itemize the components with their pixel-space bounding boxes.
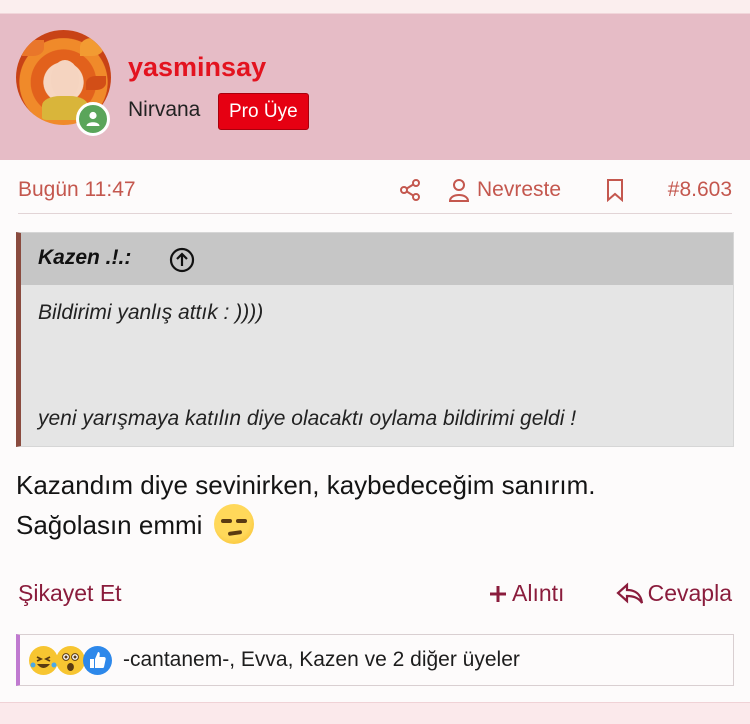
unamused-emoji-icon — [213, 504, 254, 544]
quote-text-line: Bildirimi yanlış attık : )))) — [38, 301, 264, 324]
message-line: Kazandım diye sevinirken, kaybedeceğim s… — [16, 470, 596, 500]
bookmark-icon[interactable] — [605, 178, 625, 203]
share-icon[interactable] — [399, 178, 421, 202]
reply-arrow-icon — [615, 582, 643, 604]
reactions-summary-link[interactable]: -cantanem-, Evva, Kazen ve 2 diğer üyele… — [123, 648, 520, 672]
quote-header: Kazen .!.: — [21, 233, 733, 285]
pro-member-badge: Pro Üye — [218, 93, 309, 130]
avatar-leaf-decoration — [86, 76, 106, 90]
post-number-link[interactable]: #8.603 — [668, 178, 732, 202]
avatar-leaf-decoration — [80, 38, 104, 56]
arrow-up-circle-icon[interactable] — [169, 247, 195, 273]
avatar-face — [51, 60, 79, 98]
message-line: Sağolasın emmi — [16, 510, 203, 540]
user-header: yasminsay Nirvana Pro Üye — [0, 14, 750, 175]
emoji-eye — [220, 519, 232, 523]
post-actions: Şikayet Et Alıntı Cevapla — [18, 578, 732, 612]
post-time-link[interactable]: Bugün 11:47 — [18, 178, 136, 202]
plus-icon — [490, 585, 506, 602]
like-thumb-icon — [83, 646, 112, 675]
username-link[interactable]: yasminsay — [128, 52, 266, 83]
top-strip — [0, 0, 750, 14]
report-link[interactable]: Şikayet Et — [18, 580, 122, 607]
online-status-icon — [76, 102, 110, 136]
quote-button[interactable]: Alıntı — [488, 580, 564, 607]
emoji-eye — [235, 519, 247, 523]
avatar-leaf-decoration — [22, 40, 44, 56]
quote-author[interactable]: Kazen .!.: — [38, 246, 131, 270]
message-line-with-emoji: Sağolasın emmi — [16, 504, 730, 544]
reply-button[interactable]: Cevapla — [615, 580, 732, 607]
post-meta-row: Bugün 11:47 Nevreste #8.603 — [18, 176, 732, 214]
reply-button-label: Cevapla — [647, 580, 732, 606]
post-message: Kazandım diye sevinirken, kaybedeceğim s… — [16, 466, 730, 544]
reactions-bar[interactable]: -cantanem-, Evva, Kazen ve 2 diğer üyele… — [16, 634, 734, 686]
bottom-strip — [0, 702, 750, 724]
quote-button-label: Alıntı — [512, 580, 565, 606]
user-icon[interactable] — [448, 178, 470, 202]
nevreste-link[interactable]: Nevreste — [477, 178, 561, 202]
laughing-tears-emoji-icon — [29, 646, 58, 675]
user-title: Nirvana — [128, 98, 201, 121]
emoji-mouth — [227, 530, 242, 536]
astonished-emoji-icon — [56, 646, 85, 675]
quote-block: Kazen .!.: Bildirimi yanlış attık : ))))… — [16, 232, 734, 447]
quote-text-line: yeni yarışmaya katılın diye olacaktı oyl… — [38, 407, 577, 430]
